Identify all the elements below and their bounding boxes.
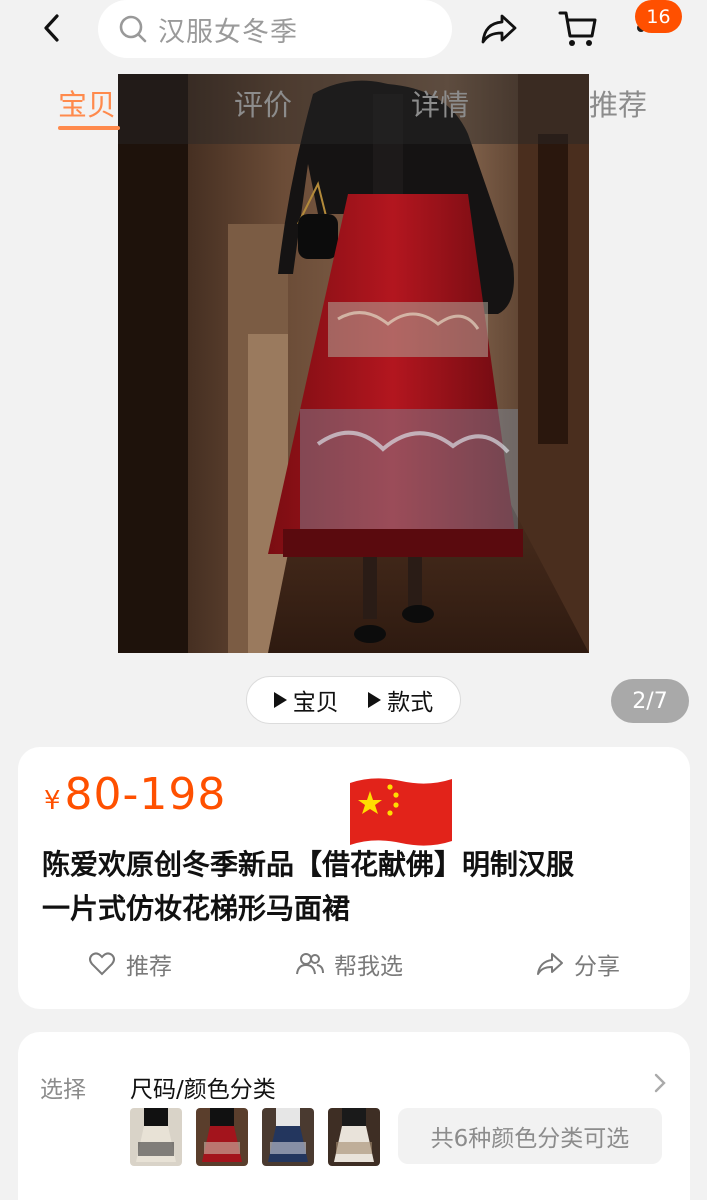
cart-button[interactable] — [556, 6, 600, 50]
tab-details[interactable]: 详情 — [411, 82, 469, 124]
color-thumbnails — [130, 1108, 380, 1166]
share-icon — [481, 14, 517, 44]
color-thumb[interactable] — [328, 1108, 380, 1166]
select-value: 尺码/颜色分类 — [130, 1077, 276, 1103]
chevron-right-icon — [654, 1073, 666, 1093]
search-query: 汉服女冬季 — [158, 16, 298, 48]
people-icon — [296, 953, 324, 975]
tab-reviews[interactable]: 评价 — [234, 82, 292, 124]
product-actions: 推荐 帮我选 分享 — [18, 947, 690, 987]
product-title-line1: 陈爱欢原创冬季新品【借花献佛】明制汉服 — [42, 848, 575, 881]
play-icon — [273, 692, 287, 708]
product-photo — [118, 74, 589, 653]
help-choose-label: 帮我选 — [334, 954, 403, 980]
color-thumb[interactable] — [130, 1108, 182, 1166]
price-range: 80-198 — [64, 769, 227, 820]
cart-icon — [558, 11, 597, 46]
recommend-button[interactable]: 推荐 — [88, 947, 172, 981]
tab-item[interactable]: 宝贝 — [58, 82, 116, 124]
media-style-button[interactable]: 款式 — [368, 683, 433, 717]
share-action-button[interactable]: 分享 — [536, 947, 620, 981]
image-counter: 2/7 — [611, 679, 689, 723]
tab-bar-backdrop — [118, 74, 589, 144]
product-title-line2: 一片式仿妆花梯形马面裙 — [42, 892, 351, 925]
chevron-left-icon — [44, 14, 59, 42]
share-icon — [537, 953, 563, 975]
product-image[interactable] — [118, 74, 589, 653]
media-item-label: 宝贝 — [292, 690, 339, 716]
share-button[interactable] — [478, 8, 520, 50]
media-style-label: 款式 — [387, 690, 434, 716]
search-bar[interactable]: 汉服女冬季 — [98, 0, 452, 58]
search-icon — [119, 15, 147, 43]
select-label: 选择 — [40, 1077, 86, 1103]
currency-symbol: ¥ — [44, 786, 61, 816]
sku-select-card[interactable]: 选择 尺码/颜色分类 共6种颜色分类可选 — [18, 1032, 690, 1200]
section-tabs: 宝贝 评价 详情 推荐 — [0, 74, 707, 144]
media-item-button[interactable]: 宝贝 — [273, 683, 339, 717]
color-thumb[interactable] — [262, 1108, 314, 1166]
top-bar: 汉服女冬季 16 — [0, 0, 707, 70]
variant-count-chip[interactable]: 共6种颜色分类可选 — [398, 1108, 662, 1164]
cart-count-badge: 16 — [635, 0, 682, 33]
back-button[interactable] — [30, 8, 74, 48]
media-switcher: 宝贝 款式 — [246, 676, 461, 724]
share-label: 分享 — [574, 954, 620, 980]
product-info-card: ¥ 80-198 陈爱欢原创冬季新品【借花献佛】明制汉服 一片式仿妆花梯形马面裙… — [18, 747, 690, 1009]
play-icon — [368, 692, 382, 708]
price: ¥ 80-198 — [44, 769, 226, 820]
tab-recommend[interactable]: 推荐 — [589, 82, 647, 124]
recommend-label: 推荐 — [126, 954, 172, 980]
help-choose-button[interactable]: 帮我选 — [296, 947, 403, 981]
product-title: 陈爱欢原创冬季新品【借花献佛】明制汉服 一片式仿妆花梯形马面裙 — [42, 843, 662, 931]
tab-active-indicator — [58, 126, 120, 130]
color-thumb[interactable] — [196, 1108, 248, 1166]
heart-icon — [89, 952, 115, 976]
